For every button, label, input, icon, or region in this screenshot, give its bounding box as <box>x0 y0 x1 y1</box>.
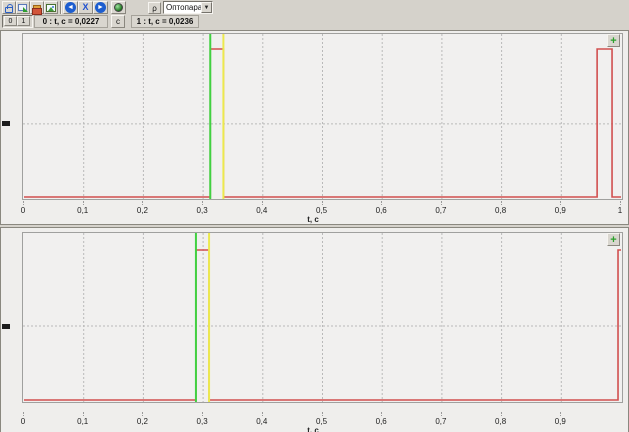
channel-toggle-group: 01 <box>2 15 33 28</box>
picture-button[interactable] <box>44 1 58 14</box>
folders-icon <box>33 5 41 11</box>
x-tick-mark <box>23 201 24 205</box>
x-tick-label: 0,3 <box>190 206 214 215</box>
toolbar-row-1: ◄X► ρ Оптопара ▼ <box>0 1 629 15</box>
combobox-value: Оптопара <box>166 3 202 12</box>
x-tick-label: 0,6 <box>369 417 393 426</box>
x-tick-label: 0,4 <box>250 417 274 426</box>
plot-area[interactable] <box>22 33 623 200</box>
export-image-button[interactable] <box>16 1 30 14</box>
x-tick-mark <box>620 201 621 205</box>
chart-panel-bottom: 0 0,1 0,2 0,3 0,4 0,5 0,6 0,7 0,8 0,9 t, c + <box>0 227 629 432</box>
x-tick-label: 0,9 <box>548 417 572 426</box>
x-tick-mark <box>441 201 442 205</box>
x-tick-mark <box>23 412 24 416</box>
x-tick-mark <box>262 412 263 416</box>
lock-button[interactable] <box>2 1 16 14</box>
measurement-label-0: 0 : t, c = 0,0227 <box>34 15 108 28</box>
toolbar-row-2: 01 0 : t, c = 0,0227 c 1 : t, c = 0,0236 <box>0 15 629 29</box>
plus-button[interactable]: + <box>607 34 620 47</box>
x-tick-mark <box>202 201 203 205</box>
x-tick-label: 0,2 <box>130 417 154 426</box>
plus-button[interactable]: + <box>607 233 620 246</box>
p-button[interactable]: ρ <box>148 2 161 14</box>
plot-area[interactable] <box>22 232 623 403</box>
x-tick-mark <box>560 412 561 416</box>
chevron-down-icon[interactable]: ▼ <box>201 2 212 13</box>
x-tick-label: 0,9 <box>548 206 572 215</box>
x-tick-mark <box>441 412 442 416</box>
x-tick-mark <box>83 201 84 205</box>
channel-0-button[interactable]: 0 <box>4 16 17 26</box>
x-tick-mark <box>262 201 263 205</box>
c-button[interactable]: c <box>111 15 125 28</box>
x-icon: X <box>79 2 92 13</box>
y-axis-title <box>2 324 10 329</box>
x-tick-label: 0,5 <box>310 206 334 215</box>
open-folders-button[interactable] <box>30 1 44 14</box>
x-tick-label: 0,8 <box>489 417 513 426</box>
x-tick-label: 0,7 <box>429 206 453 215</box>
x-tick-label: 0 <box>11 417 35 426</box>
x-tick-mark <box>142 412 143 416</box>
x-tick-mark <box>202 412 203 416</box>
record-icon <box>114 3 123 12</box>
x-axis-label: t, c <box>273 426 353 432</box>
toolbar-separator <box>60 1 62 14</box>
x-tick-label: 0,2 <box>130 206 154 215</box>
back-button[interactable]: ◄ <box>63 1 78 14</box>
record-button[interactable] <box>111 1 126 14</box>
x-tick-mark <box>322 201 323 205</box>
x-tick-label: 0,8 <box>489 206 513 215</box>
x-tick-mark <box>501 201 502 205</box>
x-tick-label: 0,7 <box>429 417 453 426</box>
lock-icon <box>5 7 13 13</box>
x-tick-label: 0,5 <box>310 417 334 426</box>
toolbar: ◄X► ρ Оптопара ▼ 01 0 : t, c = 0,0227 c … <box>0 0 629 30</box>
device-combobox[interactable]: Оптопара ▼ <box>163 1 213 14</box>
x-tick-mark <box>501 412 502 416</box>
x-tick-label: 0,4 <box>250 206 274 215</box>
x-tick-label: 1 <box>608 206 629 215</box>
x-tick-label: 0,1 <box>71 417 95 426</box>
chart-panel-top: 0 0,1 0,2 0,3 0,4 0,5 0,6 0,7 0,8 0,9 1 t, c + <box>0 30 629 225</box>
x-axis-label: t, c <box>273 215 353 224</box>
forward-button[interactable]: ► <box>93 1 108 14</box>
x-tick-mark <box>381 412 382 416</box>
x-tick-mark <box>381 201 382 205</box>
x-tick-mark <box>560 201 561 205</box>
x-tick-label: 0,6 <box>369 206 393 215</box>
x-tick-label: 0,3 <box>190 417 214 426</box>
x-tick-mark <box>83 412 84 416</box>
channel-1-button[interactable]: 1 <box>17 16 30 26</box>
picture-icon <box>46 4 56 12</box>
measurement-label-1: 1 : t, c = 0,0236 <box>131 15 199 28</box>
y-axis-title <box>2 121 10 126</box>
back-arrow-icon: ◄ <box>65 2 76 13</box>
x-tick-mark <box>322 412 323 416</box>
x-tick-label: 0,1 <box>71 206 95 215</box>
x-tick-label: 0 <box>11 206 35 215</box>
x-tick-mark <box>142 201 143 205</box>
x-button[interactable]: X <box>78 1 93 14</box>
export-image-icon <box>18 4 27 11</box>
forward-arrow-icon: ► <box>95 2 106 13</box>
